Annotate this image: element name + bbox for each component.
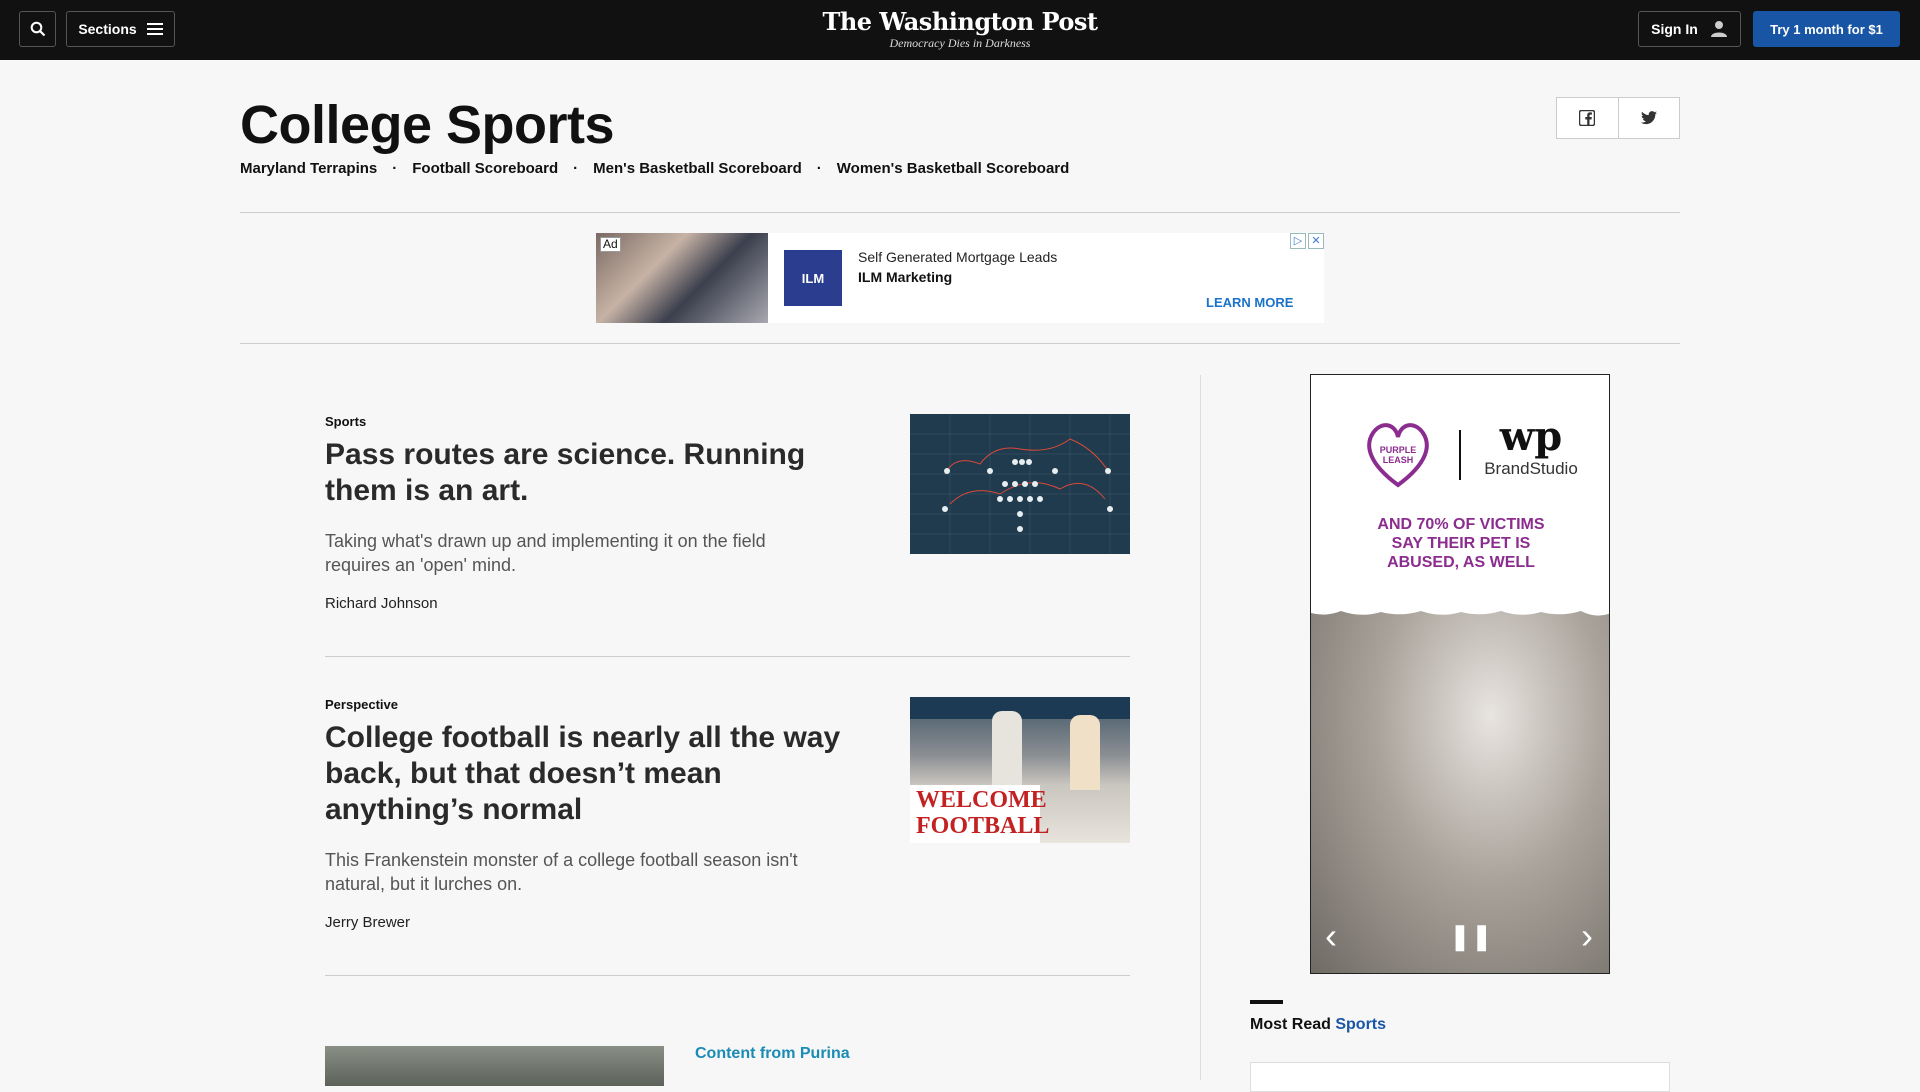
ad-choices: ▷ ✕ <box>1290 233 1324 249</box>
story-divider <box>325 975 1130 976</box>
ad-badge: Ad <box>600 237 621 252</box>
subnav-separator: · <box>816 160 822 177</box>
chevron-right-icon[interactable]: › <box>1581 915 1593 957</box>
story-blurb: This Frankenstein monster of a college f… <box>325 850 798 894</box>
logo-divider <box>1459 430 1461 480</box>
subscribe-trial-button[interactable]: Try 1 month for $1 <box>1753 11 1900 47</box>
chevron-left-icon[interactable]: ‹ <box>1325 915 1337 957</box>
story-divider <box>325 656 1130 657</box>
brand-tagline: Democracy Dies in Darkness <box>889 36 1031 50</box>
sections-label: Sections <box>78 21 137 37</box>
subnav-separator: · <box>573 160 579 177</box>
most-read-heading: Most Read Sports <box>1250 1016 1386 1034</box>
rail-ad-photo <box>1311 605 1609 973</box>
subnav-link-mens-basketball-scoreboard[interactable]: Men's Basketball Scoreboard <box>593 160 802 177</box>
rail-ad-promo-text: AND 70% OF VICTIMS SAY THEIR PET IS ABUS… <box>1377 516 1545 571</box>
story-headline[interactable]: Pass routes are science. Running them is… <box>325 437 845 509</box>
welcome-football-sign: WELCOME FOOTBALL <box>910 785 1049 843</box>
sections-menu-button[interactable]: Sections <box>66 11 175 47</box>
ad-divider <box>240 343 1680 344</box>
hamburger-icon <box>146 23 163 35</box>
svg-text:LEASH: LEASH <box>1383 455 1414 465</box>
sponsored-content-label[interactable]: Content from Purina <box>695 1045 850 1063</box>
user-icon <box>1710 21 1727 37</box>
story-byline[interactable]: Jerry Brewer <box>325 914 1130 931</box>
story-headline[interactable]: College football is nearly all the way b… <box>325 720 845 828</box>
sponsored-image[interactable] <box>325 1046 664 1086</box>
story-byline[interactable]: Richard Johnson <box>325 595 1130 612</box>
rail-ad[interactable]: PURPLE LEASH wp BrandStudio AND 70% OF V… <box>1310 374 1610 974</box>
most-read-list <box>1250 1062 1670 1092</box>
brand-studio-text: BrandStudio <box>1484 459 1578 478</box>
header-divider <box>240 212 1680 213</box>
sign-in-label: Sign In <box>1651 21 1698 37</box>
subnav-separator: · <box>392 160 398 177</box>
adchoices-icon[interactable]: ▷ <box>1290 233 1306 249</box>
site-logo[interactable]: The Washington Post Democracy Dies in Da… <box>760 7 1160 51</box>
close-icon[interactable]: ✕ <box>1308 233 1324 249</box>
facebook-icon <box>1579 110 1596 126</box>
story-blurb: Taking what's drawn up and implementing … <box>325 531 766 575</box>
twitter-icon <box>1640 111 1657 125</box>
top-navigation-bar: Sections The Washington Post Democracy D… <box>0 0 1920 60</box>
banner-ad[interactable]: Ad ILM Self Generated Mortgage Leads ILM… <box>596 233 1324 323</box>
story-thumbnail-play-diagram[interactable] <box>910 414 1130 554</box>
sign-in-button[interactable]: Sign In <box>1638 11 1741 47</box>
ad-photo <box>596 233 768 323</box>
svg-text:PURPLE: PURPLE <box>1380 445 1417 455</box>
heart-leash-icon: PURPLE LEASH <box>1367 423 1429 488</box>
story-card: Perspective College football is nearly a… <box>325 697 1130 977</box>
person-figure <box>992 711 1022 791</box>
ad-advertiser-logo: ILM <box>784 250 842 306</box>
most-read-section-link[interactable]: Sports <box>1335 1016 1386 1033</box>
wp-logo-mark: wp <box>1499 413 1563 460</box>
subnav-link-football-scoreboard[interactable]: Football Scoreboard <box>412 160 558 177</box>
facebook-share-button[interactable] <box>1557 98 1619 138</box>
brand-studio-logo: wp BrandStudio <box>1476 415 1586 479</box>
share-buttons <box>1556 97 1680 139</box>
page-title: College Sports <box>240 95 615 155</box>
column-divider <box>1200 375 1201 1080</box>
torn-edge <box>1311 605 1609 616</box>
person-figure <box>1070 715 1100 790</box>
most-read-label: Most Read <box>1250 1016 1331 1033</box>
pause-icon[interactable]: ❚❚ <box>1449 921 1493 952</box>
ad-headline: Self Generated Mortgage Leads <box>858 249 1058 265</box>
most-read-accent-bar <box>1250 1000 1283 1004</box>
story-thumbnail-photo[interactable]: WELCOME FOOTBALL <box>910 697 1130 843</box>
story-card: Sports Pass routes are science. Running … <box>325 414 1130 658</box>
twitter-share-button[interactable] <box>1619 98 1680 138</box>
search-icon <box>30 21 45 37</box>
subnav-link-womens-basketball-scoreboard[interactable]: Women's Basketball Scoreboard <box>837 160 1070 177</box>
subnav-link-maryland-terrapins[interactable]: Maryland Terrapins <box>240 160 377 177</box>
ad-advertiser-name: ILM Marketing <box>858 269 953 285</box>
section-subnav: Maryland Terrapins · Football Scoreboard… <box>240 160 1069 177</box>
ad-learn-more-link[interactable]: LEARN MORE <box>1206 295 1293 310</box>
brand-name: The Washington Post <box>822 7 1098 36</box>
search-button[interactable] <box>19 11 56 47</box>
